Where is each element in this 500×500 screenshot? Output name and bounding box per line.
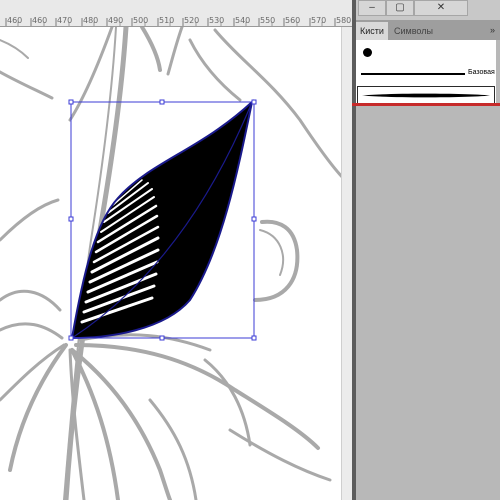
ruler-label: 560 — [285, 16, 301, 25]
tab-brushes[interactable]: Кисти — [356, 22, 388, 40]
sketch-petal — [74, 343, 320, 450]
sketch-petal — [203, 358, 252, 447]
ruler-label: 460 — [7, 16, 23, 25]
ruler-label: 540 — [235, 16, 251, 25]
ruler-label: 530 — [209, 16, 225, 25]
sketch-left-leaf — [0, 322, 64, 340]
sketch-right-arc — [259, 229, 285, 276]
ruler-label: 500 — [133, 16, 149, 25]
sketch-right-arc — [253, 219, 300, 302]
sketch-branch — [68, 27, 114, 122]
sketch-left-leaf — [0, 289, 62, 312]
sketch-branch — [0, 39, 29, 59]
tab-overflow-icon[interactable]: » — [490, 20, 495, 40]
sketch-petal — [0, 343, 66, 402]
ruler-label: 480 — [83, 16, 99, 25]
brush-item-basic[interactable]: Базовая — [358, 63, 496, 83]
panel-tab-bar: Кисти Символы » — [356, 20, 500, 40]
sketch-petal — [148, 398, 198, 500]
sketch-branch — [0, 70, 54, 100]
artwork — [0, 27, 347, 500]
panel-titlebar: ‒ ▢ ✕ — [356, 0, 500, 20]
window-close-icon[interactable]: ✕ — [414, 0, 468, 16]
sketch-petal — [228, 428, 332, 482]
window-restore-icon[interactable]: ▢ — [386, 0, 414, 16]
sketch-left-hook — [0, 198, 60, 242]
artboard-canvas[interactable] — [0, 27, 352, 500]
ruler-label: 570 — [311, 16, 327, 25]
horizontal-ruler[interactable]: 460 460 470 480 490 500 510 520 530 540 … — [0, 0, 352, 27]
ruler-label: 510 — [159, 16, 175, 25]
brush-item-label: Базовая — [468, 69, 495, 76]
sketch-top-leaf — [166, 27, 184, 76]
ruler-label: 580 — [336, 16, 352, 25]
brush-stroke-preview — [361, 73, 465, 75]
drop-indicator-line — [352, 103, 500, 106]
tab-symbols[interactable]: Символы — [390, 22, 437, 40]
brush-taper-preview — [362, 93, 490, 98]
ruler-label: 550 — [260, 16, 276, 25]
ruler-label: 520 — [184, 16, 200, 25]
ruler-label: 470 — [57, 16, 73, 25]
brush-dot-icon[interactable] — [363, 48, 372, 57]
sketch-top-leaf — [140, 27, 162, 72]
ruler-label: 460 — [32, 16, 48, 25]
window-minimize-icon[interactable]: ‒ — [358, 0, 386, 16]
ruler-label: 490 — [108, 16, 124, 25]
sketch-petal — [70, 348, 172, 500]
